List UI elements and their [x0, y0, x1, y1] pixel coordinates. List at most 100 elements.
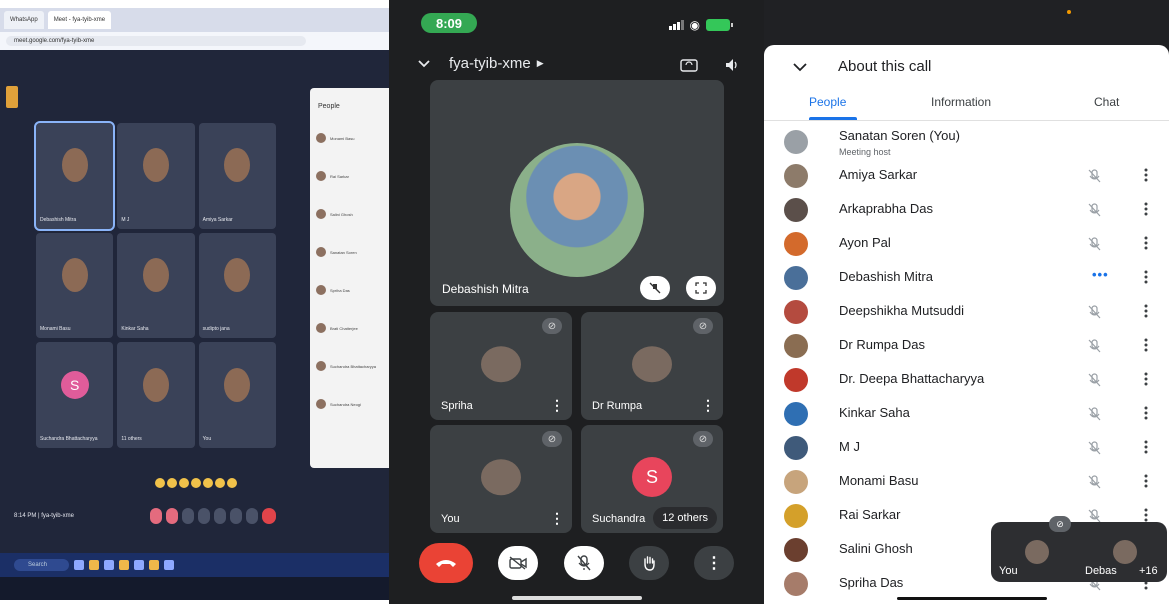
- participant-row[interactable]: Dr Rumpa Das: [764, 329, 1169, 363]
- more-vert-icon[interactable]: [1144, 168, 1148, 182]
- url-field[interactable]: meet.google.com/fya-tyib-xme: [6, 36, 306, 46]
- taskbar-app-icon[interactable]: [119, 560, 129, 570]
- more-vert-icon[interactable]: ⋮: [701, 397, 715, 414]
- more-vert-icon[interactable]: [1144, 202, 1148, 216]
- speaker-icon[interactable]: [724, 57, 740, 73]
- more-options-button[interactable]: ⋮: [694, 546, 734, 580]
- avatar: [316, 209, 326, 219]
- more-vert-icon[interactable]: [1144, 372, 1148, 386]
- main-speaker-tile[interactable]: Debashish Mitra: [430, 80, 724, 306]
- people-list-item[interactable]: Rai Sarkar: [316, 166, 388, 186]
- mic-button[interactable]: [150, 508, 162, 524]
- participant-tile[interactable]: S Suchandra Bhattacharyya: [36, 342, 114, 448]
- participant-name: Spriha Das: [839, 575, 904, 590]
- participant-tile[interactable]: ⊘ S Suchandra 12 others: [581, 425, 723, 533]
- meeting-header[interactable]: fya-tyib-xme ▶: [417, 55, 544, 72]
- people-name: Salini Ghosh: [330, 211, 353, 217]
- taskbar-app-icon[interactable]: [74, 560, 84, 570]
- reaction-emoji-icon[interactable]: [203, 478, 213, 488]
- mic-off-button[interactable]: [563, 546, 604, 580]
- taskbar-app-icon[interactable]: [149, 560, 159, 570]
- participant-tile[interactable]: ⊘ Spriha ⋮: [430, 312, 572, 420]
- tab-divider: [764, 120, 1169, 121]
- switch-camera-icon[interactable]: [680, 57, 698, 73]
- reaction-emoji-icon[interactable]: [179, 478, 189, 488]
- tab-information[interactable]: Information: [931, 95, 991, 109]
- participant-tile[interactable]: Monami Basu: [36, 232, 114, 339]
- participant-tile[interactable]: sudipto jana: [198, 232, 276, 339]
- participant-tile[interactable]: Amiya Sarkar: [198, 123, 276, 229]
- reaction-emoji-icon[interactable]: [167, 478, 177, 488]
- reaction-emoji-icon[interactable]: [155, 478, 165, 488]
- muted-mic-icon: [1088, 305, 1101, 319]
- participant-row[interactable]: Deepshikha Mutsuddi: [764, 295, 1169, 329]
- reaction-emoji-icon[interactable]: [227, 478, 237, 488]
- more-vert-icon[interactable]: [1144, 508, 1148, 522]
- camera-off-button[interactable]: [498, 546, 539, 580]
- more-vert-icon[interactable]: [1144, 440, 1148, 454]
- laptop-photo: WhatsApp Meet - fya-tyib-xme meet.google…: [0, 8, 389, 600]
- more-vert-icon[interactable]: ⋮: [550, 510, 564, 527]
- end-call-button[interactable]: [419, 543, 473, 583]
- more-vert-icon[interactable]: [1144, 474, 1148, 488]
- chevron-down-icon[interactable]: [792, 61, 808, 73]
- present-button[interactable]: [198, 508, 210, 524]
- more-vert-icon[interactable]: [1144, 270, 1148, 284]
- participant-row[interactable]: Debashish Mitra •••: [764, 261, 1169, 295]
- participant-tile[interactable]: M J: [117, 123, 195, 229]
- participant-name: Monami Basu: [40, 326, 71, 333]
- chevron-down-icon[interactable]: [417, 57, 431, 71]
- windows-taskbar: Search: [0, 553, 389, 577]
- taskbar-app-icon[interactable]: [134, 560, 144, 570]
- participant-tile[interactable]: Debashish Mitra: [33, 121, 116, 231]
- tab-chat[interactable]: Chat: [1094, 95, 1119, 109]
- people-list-item[interactable]: Salini Ghosh: [316, 204, 388, 224]
- more-vert-icon[interactable]: [1144, 338, 1148, 352]
- taskbar-search[interactable]: Search: [14, 559, 69, 571]
- fullscreen-button[interactable]: [686, 276, 716, 300]
- participant-tile[interactable]: 11 others: [117, 342, 195, 448]
- participant-row[interactable]: Sanatan Soren (You) Meeting host: [764, 125, 1169, 159]
- taskbar-app-icon[interactable]: [89, 560, 99, 570]
- participant-row[interactable]: Monami Basu: [764, 465, 1169, 499]
- raise-hand-button[interactable]: [230, 508, 242, 524]
- people-list-item[interactable]: Monami Basu: [316, 128, 388, 148]
- people-list-item[interactable]: Sanatan Soren: [316, 242, 388, 262]
- reactions-button[interactable]: [214, 508, 226, 524]
- raise-hand-button[interactable]: [628, 546, 669, 580]
- people-list-item[interactable]: Brati Chatterjee: [316, 318, 388, 338]
- more-vert-icon[interactable]: [1144, 236, 1148, 250]
- more-vert-icon[interactable]: [1144, 406, 1148, 420]
- participant-tile[interactable]: Kinkar Saha: [117, 232, 195, 339]
- participant-tile[interactable]: ⊘ You ⋮: [430, 425, 572, 533]
- taskbar-app-icon[interactable]: [104, 560, 114, 570]
- participant-row[interactable]: Amiya Sarkar: [764, 159, 1169, 193]
- picture-in-picture[interactable]: ⊘ You Debas +16: [991, 516, 1167, 582]
- participant-row[interactable]: Kinkar Saha: [764, 397, 1169, 431]
- tab-people[interactable]: People: [809, 95, 846, 109]
- more-vert-icon[interactable]: [1144, 304, 1148, 318]
- leave-call-button[interactable]: [262, 508, 276, 524]
- more-options-button[interactable]: [246, 508, 258, 524]
- reaction-emoji-icon[interactable]: [215, 478, 225, 488]
- participant-tile[interactable]: You: [198, 342, 276, 448]
- camera-button[interactable]: [166, 508, 178, 524]
- reaction-emoji-icon[interactable]: [191, 478, 201, 488]
- participant-row[interactable]: Ayon Pal: [764, 227, 1169, 261]
- participant-tile[interactable]: ⊘ Dr Rumpa ⋮: [581, 312, 723, 420]
- captions-button[interactable]: [182, 508, 194, 524]
- people-list-item[interactable]: Suchandra Neogi: [316, 394, 388, 414]
- people-list-item[interactable]: Suchandra Bhattacharyya: [316, 356, 388, 376]
- browser-tab-meet[interactable]: Meet - fya-tyib-xme: [47, 11, 112, 29]
- browser-tab-whatsapp[interactable]: WhatsApp: [4, 11, 44, 29]
- more-vert-icon[interactable]: ⋮: [550, 397, 564, 414]
- people-list-item[interactable]: Spriha Das: [316, 280, 388, 300]
- participant-row[interactable]: Dr. Deepa Bhattacharyya: [764, 363, 1169, 397]
- others-count-chip[interactable]: 12 others: [653, 507, 717, 529]
- avatar: [316, 247, 326, 257]
- avatar: [784, 572, 808, 596]
- taskbar-app-icon[interactable]: [164, 560, 174, 570]
- participant-row[interactable]: M J: [764, 431, 1169, 465]
- meeting-code[interactable]: fya-tyib-xme: [449, 55, 531, 72]
- participant-row[interactable]: Arkaprabha Das: [764, 193, 1169, 227]
